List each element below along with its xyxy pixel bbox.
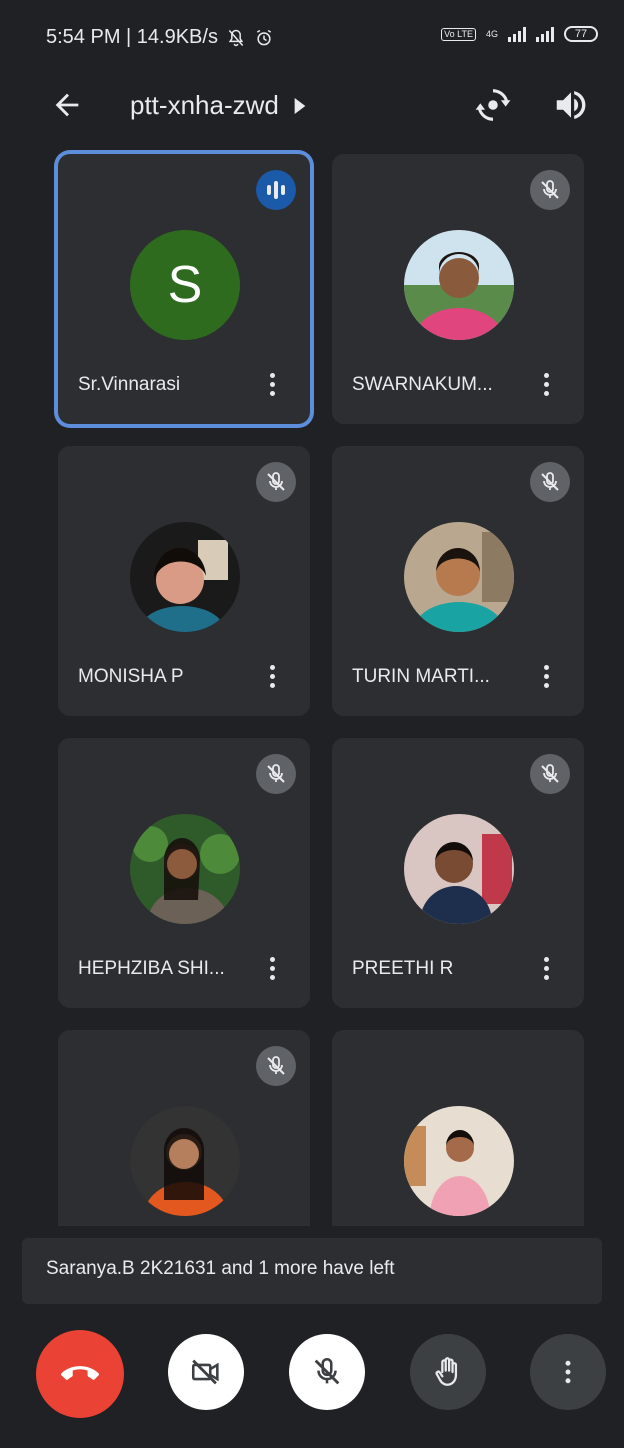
speaking-indicator-icon (256, 170, 296, 210)
avatar: S (130, 230, 240, 340)
avatar (404, 814, 514, 924)
participant-name: TURIN MARTI... (352, 666, 490, 687)
participant-name: Sr.Vinnarasi (78, 374, 181, 395)
avatar (404, 522, 514, 632)
signal-icon-2 (536, 26, 554, 42)
participant-more-button[interactable] (261, 658, 283, 694)
signal-icon (508, 26, 526, 42)
speaker-icon (556, 91, 586, 119)
participant-more-button[interactable] (261, 950, 283, 986)
participant-name: HEPHZIBA SHI... (78, 958, 225, 979)
battery-icon: 77 (564, 26, 598, 42)
network-type: 4G (485, 29, 498, 39)
back-button[interactable] (50, 88, 84, 122)
participant-more-button[interactable] (261, 366, 283, 402)
participant-tile[interactable]: SWARNAKUM... (332, 154, 584, 424)
mic-off-icon (530, 462, 570, 502)
battery-level: 77 (574, 28, 588, 40)
mic-off-icon (530, 170, 570, 210)
more-vert-icon (565, 1360, 571, 1384)
meeting-header: ptt-xnha-zwd (0, 70, 624, 140)
switch-camera-icon (475, 89, 511, 121)
status-time: 5:54 PM | 14.9KB/s (46, 26, 218, 48)
mic-off-icon (256, 754, 296, 794)
avatar (130, 522, 240, 632)
end-call-button[interactable] (36, 1330, 124, 1418)
participants-left-toast: Saranya.B 2K21631 and 1 more have left (22, 1238, 602, 1304)
call-end-icon (61, 1366, 99, 1380)
status-bar: 5:54 PM | 14.9KB/s Vo LTE 4G 77 (0, 0, 624, 70)
audio-output-button[interactable] (552, 86, 590, 124)
participant-name: MONISHA P (78, 666, 184, 687)
caret-right-icon (294, 97, 306, 114)
participant-tile[interactable]: MONISHA P (58, 446, 310, 716)
volte-badge: Vo LTE (441, 27, 476, 41)
toast-text: Saranya.B 2K21631 and 1 more have left (46, 1258, 395, 1279)
participant-tile[interactable] (332, 1030, 584, 1226)
participant-tile[interactable]: PREETHI R (332, 738, 584, 1008)
mic-off-icon (256, 1046, 296, 1086)
microphone-toggle-button[interactable] (289, 1334, 365, 1410)
status-left: 5:54 PM | 14.9KB/s (46, 26, 274, 49)
notifications-off-icon (228, 29, 244, 46)
arrow-back-icon (55, 93, 79, 117)
participant-more-button[interactable] (535, 950, 557, 986)
participant-name: PREETHI R (352, 958, 454, 979)
participant-more-button[interactable] (535, 658, 557, 694)
avatar (130, 1106, 240, 1216)
raise-hand-button[interactable] (410, 1334, 486, 1410)
mic-off-icon (256, 462, 296, 502)
participant-tile[interactable] (58, 1030, 310, 1226)
avatar (130, 814, 240, 924)
switch-camera-button[interactable] (474, 86, 512, 124)
camera-toggle-button[interactable] (168, 1334, 244, 1410)
participant-name: SWARNAKUM... (352, 374, 493, 395)
participant-tile[interactable]: S Sr.Vinnarasi (58, 154, 310, 424)
avatar-letter: S (167, 256, 203, 314)
avatar (404, 1106, 514, 1216)
hand-icon (435, 1357, 458, 1386)
videocam-off-icon (191, 1359, 219, 1385)
mic-off-icon (314, 1357, 340, 1385)
participant-tile[interactable]: TURIN MARTI... (332, 446, 584, 716)
meeting-code: ptt-xnha-zwd (130, 90, 279, 120)
mic-off-icon (530, 754, 570, 794)
more-options-button[interactable] (530, 1334, 606, 1410)
meeting-title[interactable]: ptt-xnha-zwd (130, 90, 307, 121)
call-controls (0, 1320, 624, 1448)
status-right: Vo LTE 4G 77 (441, 26, 598, 42)
participant-tile[interactable]: HEPHZIBA SHI... (58, 738, 310, 1008)
alarm-icon (256, 29, 272, 45)
avatar (404, 230, 514, 340)
participant-more-button[interactable] (535, 366, 557, 402)
